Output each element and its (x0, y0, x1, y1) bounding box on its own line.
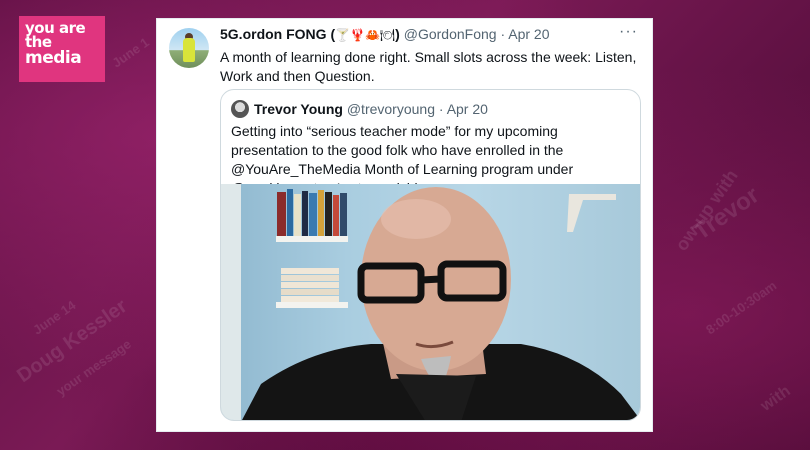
quoted-author-handle: @trevoryoung (346, 101, 435, 117)
quoted-tweet[interactable]: Trevor Young @trevoryoung · Apr 20 Getti… (220, 89, 641, 421)
logo-line1: you are the (25, 19, 86, 52)
author-avatar[interactable] (169, 28, 209, 68)
lower-shelf (276, 302, 348, 308)
dot-separator: · (500, 26, 506, 42)
logo-line2: media (25, 47, 82, 68)
books (277, 189, 347, 236)
author-name-close: ) (395, 26, 400, 42)
upper-shelf (276, 236, 348, 242)
photo-illustration (221, 184, 640, 420)
bg-text-june1: June 1 (109, 34, 152, 71)
tweet-card[interactable]: 5G.ordon FONG (🍸🦞🦀🍽) @GordonFong · Apr 2… (156, 18, 653, 432)
shelf-bracket (567, 194, 616, 232)
quoted-tweet-header: Trevor Young @trevoryoung · Apr 20 (231, 100, 488, 118)
door-frame (221, 184, 241, 420)
bg-text-time: 8:00-10:30am (703, 277, 780, 338)
author-emoji: 🍸🦞🦀🍽 (335, 28, 396, 42)
tweet-header: 5G.ordon FONG (🍸🦞🦀🍽) @GordonFong · Apr 2… (220, 26, 550, 42)
tweet-text: A month of learning done right. Small sl… (220, 49, 637, 84)
quoted-author-avatar (231, 100, 249, 118)
author-handle[interactable]: @GordonFong (404, 26, 497, 42)
book-stack (281, 268, 339, 302)
quoted-tweet-photo[interactable] (221, 184, 640, 420)
quoted-author-name: Trevor Young (254, 101, 343, 117)
you-are-the-media-logo: you are the media (19, 16, 105, 82)
tweet-date[interactable]: Apr 20 (508, 26, 549, 42)
quoted-tweet-date: Apr 20 (446, 101, 488, 117)
author-name[interactable]: 5G.ordon FONG ( (220, 26, 335, 42)
more-options-icon[interactable]: ··· (619, 23, 638, 41)
quoted-dot-separator: · (438, 101, 444, 117)
bg-text-with: with (757, 382, 794, 415)
